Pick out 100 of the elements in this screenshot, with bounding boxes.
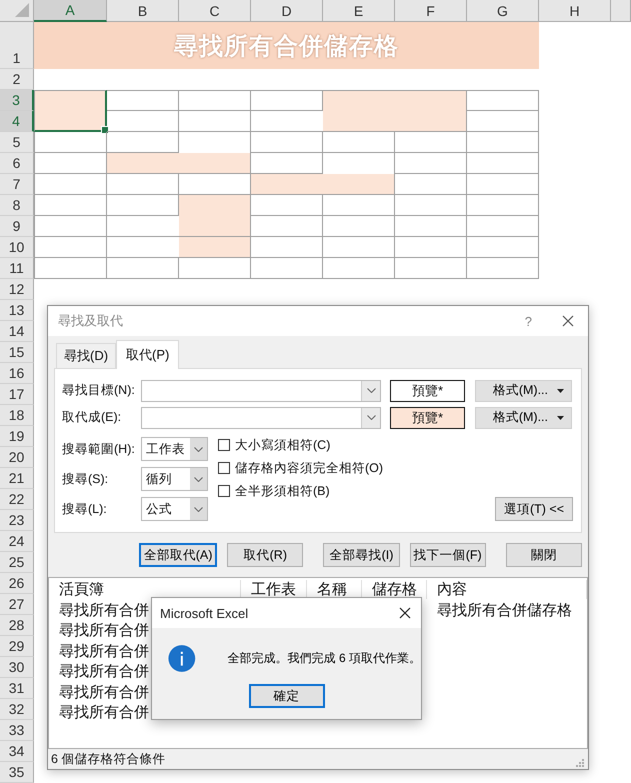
input-field[interactable] [141,406,381,428]
row-header[interactable]: 10 [0,237,34,258]
status-text: 6 個儲存格符合條件 [51,750,166,768]
column-header[interactable]: D [251,0,323,22]
column-header[interactable] [611,0,631,22]
row-header[interactable]: 16 [0,363,34,384]
chevron-down-icon [366,415,376,420]
row-header[interactable]: 18 [0,405,34,426]
checkbox[interactable] [218,462,230,474]
tab[interactable]: 尋找(D) [56,343,116,368]
result-workbook[interactable]: 尋找所有合併 [59,662,149,682]
row-header[interactable]: 9 [0,216,34,237]
checkbox-label[interactable]: 全半形須相符(B) [235,482,330,500]
row-header[interactable]: 7 [0,174,34,195]
action-button[interactable]: 全部取代(A) [139,543,218,567]
checkbox[interactable] [218,439,230,451]
result-workbook[interactable]: 尋找所有合併 [59,600,149,620]
merged-cell[interactable] [34,90,107,132]
row-header[interactable]: 5 [0,132,34,153]
result-workbook[interactable]: 尋找所有合併 [59,682,149,702]
checkbox[interactable] [218,485,230,497]
row-header[interactable]: 35 [0,762,34,783]
column-header[interactable]: B [107,0,179,22]
row-header[interactable]: 25 [0,552,34,573]
row-header[interactable]: 30 [0,657,34,678]
row-header[interactable]: 14 [0,321,34,342]
field-label: 尋找目標(N): [62,382,136,399]
row-header[interactable]: 26 [0,573,34,594]
merged-cell[interactable] [251,174,395,195]
table-cell [179,258,251,279]
row-header[interactable]: 12 [0,279,34,300]
row-header[interactable]: 29 [0,636,34,657]
result-workbook[interactable]: 尋找所有合併 [59,642,149,661]
row-header[interactable]: 3 [0,90,34,111]
checkbox-label[interactable]: 儲存格內容須完全相符(O) [235,460,384,476]
column-heading[interactable]: 內容 [427,580,587,598]
resize-grip-icon[interactable] [575,758,584,767]
row-header[interactable]: 32 [0,699,34,720]
row-header[interactable]: 31 [0,678,34,699]
row-header[interactable]: 15 [0,342,34,363]
table-cell [395,174,467,195]
dropdown[interactable]: 循列 [141,467,208,491]
options-button[interactable]: 選項(T) << [495,497,573,521]
chevron-down-icon [194,476,203,482]
column-header[interactable]: H [539,0,611,22]
row-header[interactable]: 13 [0,300,34,321]
action-button[interactable]: 關閉 [506,543,582,567]
table-cell [323,258,395,279]
row-header[interactable]: 23 [0,510,34,531]
merged-cell[interactable] [107,153,251,174]
row-header[interactable]: 19 [0,426,34,447]
input-field[interactable] [141,380,381,402]
column-header[interactable]: G [467,0,539,22]
field-label: 搜尋(S): [62,470,110,488]
row-header[interactable]: 22 [0,489,34,510]
chevron-down-icon [194,506,203,512]
row-header[interactable]: 2 [0,69,34,90]
format-button[interactable]: 格式(M)... [475,380,572,402]
row-header[interactable]: 20 [0,447,34,468]
merged-cell[interactable] [323,90,467,132]
row-header[interactable]: 1 [0,22,34,69]
table-cell [251,132,323,153]
table-cell [395,195,467,216]
row-header[interactable]: 17 [0,384,34,405]
result-workbook[interactable]: 尋找所有合併 [59,621,149,640]
close-icon[interactable] [399,607,411,619]
table-cell [467,258,539,279]
ok-button[interactable]: 確定 [248,684,324,708]
row-header[interactable]: 4 [0,111,34,132]
dropdown[interactable]: 工作表 [141,437,208,461]
row-header[interactable]: 6 [0,153,34,174]
row-header[interactable]: 28 [0,615,34,636]
row-header[interactable]: 33 [0,720,34,741]
action-button[interactable]: 全部尋找(I) [323,543,400,567]
column-header[interactable]: A [34,0,107,22]
merged-cell[interactable] [179,195,251,258]
format-button[interactable]: 格式(M)... [475,406,572,428]
tab[interactable]: 取代(P) [116,340,180,369]
column-header[interactable]: C [179,0,251,22]
row-header[interactable]: 11 [0,258,34,279]
checkbox-label[interactable]: 大小寫須相符(C) [235,436,330,454]
row-header[interactable]: 24 [0,531,34,552]
close-icon[interactable] [562,315,574,327]
dropdown-button[interactable] [361,408,380,428]
column-header[interactable]: F [395,0,467,22]
fill-handle[interactable] [101,126,109,134]
result-content[interactable]: 尋找所有合併儲存格 [437,600,572,620]
select-all-corner[interactable] [0,0,34,22]
title-cell: 尋找所有合併儲存格 [34,22,539,69]
column-header[interactable]: E [323,0,395,22]
action-button[interactable]: 取代(R) [227,543,304,567]
dropdown-button[interactable] [361,380,380,400]
help-button[interactable]: ? [524,314,532,328]
dropdown[interactable]: 公式 [141,497,208,521]
row-header[interactable]: 27 [0,594,34,615]
row-header[interactable]: 21 [0,468,34,489]
row-header[interactable]: 8 [0,195,34,216]
action-button[interactable]: 找下一個(F) [410,543,486,567]
result-workbook[interactable]: 尋找所有合併 [59,703,149,722]
row-header[interactable]: 34 [0,741,34,762]
